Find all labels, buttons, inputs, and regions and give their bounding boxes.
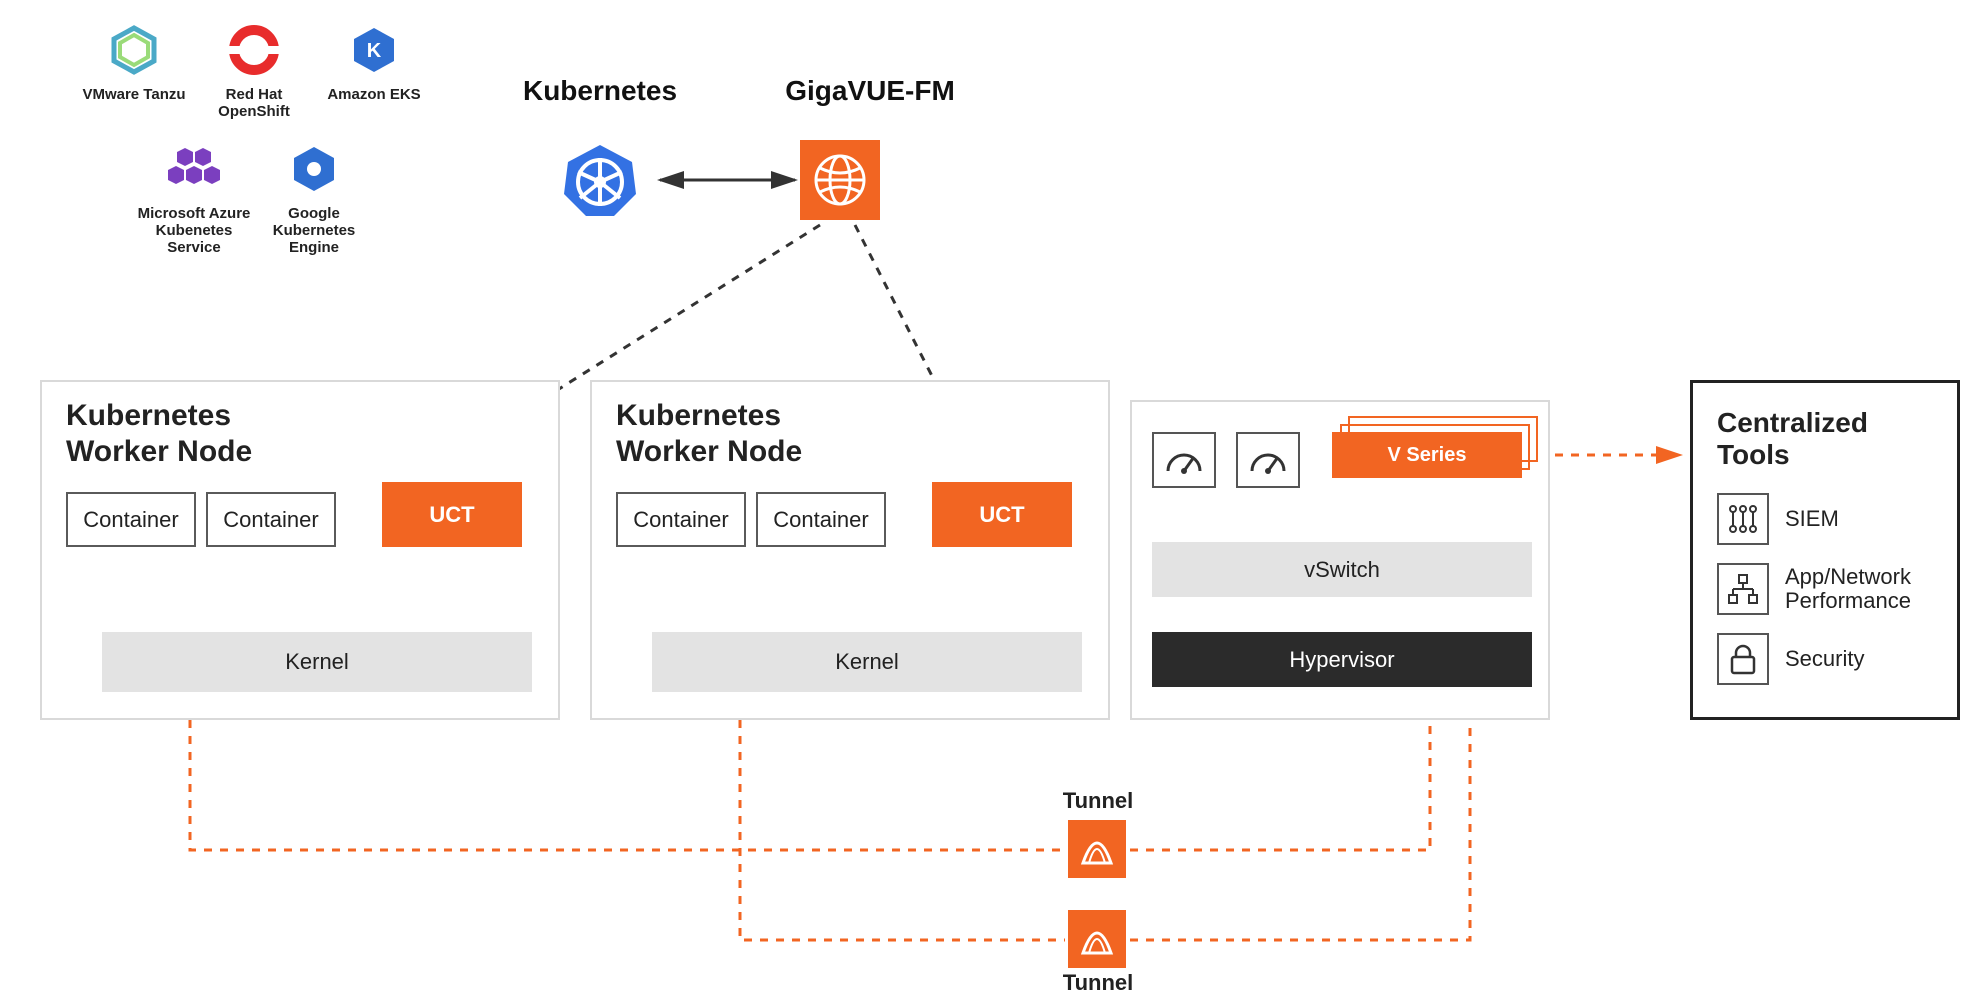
worker-node-title: Kubernetes Worker Node bbox=[616, 398, 802, 470]
worker-node-title: Kubernetes Worker Node bbox=[66, 398, 252, 470]
logo-eks: K Amazon EKS bbox=[314, 20, 434, 121]
worker-node-panel-1: Kubernetes Worker Node Container Contain… bbox=[40, 380, 560, 720]
tool-label: SIEM bbox=[1785, 507, 1839, 531]
tool-label: App/Network Performance bbox=[1785, 565, 1911, 613]
hypervisor-bar: Hypervisor bbox=[1152, 632, 1532, 687]
logo-gke: Google Kubernetes Engine bbox=[254, 139, 374, 257]
eks-icon: K bbox=[344, 20, 404, 80]
kubernetes-icon bbox=[560, 140, 640, 220]
uct-box: UCT bbox=[932, 482, 1072, 547]
container-box: Container bbox=[206, 492, 336, 547]
svg-text:K: K bbox=[367, 40, 382, 62]
logo-aks: Microsoft Azure Kubenetes Service bbox=[134, 139, 254, 257]
logo-vmware-tanzu: VMware Tanzu bbox=[74, 20, 194, 121]
logo-label: Google Kubernetes Engine bbox=[273, 205, 356, 257]
worker-node-panel-2: Kubernetes Worker Node Container Contain… bbox=[590, 380, 1110, 720]
gigavue-fm-icon bbox=[800, 140, 880, 220]
logo-label: Amazon EKS bbox=[327, 86, 420, 103]
tool-siem: SIEM bbox=[1717, 493, 1933, 545]
gauge-icon bbox=[1236, 432, 1300, 488]
siem-icon bbox=[1717, 493, 1769, 545]
kubernetes-heading: Kubernetes bbox=[500, 75, 700, 107]
tunnel-label: Tunnel bbox=[1048, 970, 1148, 996]
centralized-tools-panel: Centralized Tools SIEM bbox=[1690, 380, 1960, 720]
container-box: Container bbox=[66, 492, 196, 547]
lock-icon bbox=[1717, 633, 1769, 685]
tool-performance: App/Network Performance bbox=[1717, 563, 1933, 615]
vseries-box: V Series bbox=[1332, 432, 1522, 478]
diagram-canvas: VMware Tanzu Red Hat OpenShift K Amazon … bbox=[0, 0, 1976, 1001]
tunnel-icon bbox=[1068, 820, 1126, 878]
gke-icon bbox=[284, 139, 344, 199]
kernel-bar: Kernel bbox=[102, 632, 532, 692]
gigavue-fm-heading: GigaVUE-FM bbox=[770, 75, 970, 107]
provider-logo-grid: VMware Tanzu Red Hat OpenShift K Amazon … bbox=[74, 20, 434, 274]
container-box: Container bbox=[756, 492, 886, 547]
logo-label: VMware Tanzu bbox=[82, 86, 185, 103]
vswitch-bar: vSwitch bbox=[1152, 542, 1532, 597]
logo-openshift: Red Hat OpenShift bbox=[194, 20, 314, 121]
tool-security: Security bbox=[1717, 633, 1933, 685]
centralized-tools-title: Centralized Tools bbox=[1717, 407, 1933, 471]
logo-label: Red Hat OpenShift bbox=[218, 86, 290, 120]
perf-icon bbox=[1717, 563, 1769, 615]
container-box: Container bbox=[616, 492, 746, 547]
vseries-panel: V Series vSwitch Hypervisor bbox=[1130, 400, 1550, 720]
openshift-icon bbox=[224, 20, 284, 80]
tunnel-label: Tunnel bbox=[1048, 788, 1148, 814]
aks-icon bbox=[164, 139, 224, 199]
gauge-icon bbox=[1152, 432, 1216, 488]
tanzu-icon bbox=[104, 20, 164, 80]
tool-label: Security bbox=[1785, 647, 1864, 671]
kernel-bar: Kernel bbox=[652, 632, 1082, 692]
logo-label: Microsoft Azure Kubenetes Service bbox=[138, 205, 251, 257]
tunnel-icon bbox=[1068, 910, 1126, 968]
uct-box: UCT bbox=[382, 482, 522, 547]
